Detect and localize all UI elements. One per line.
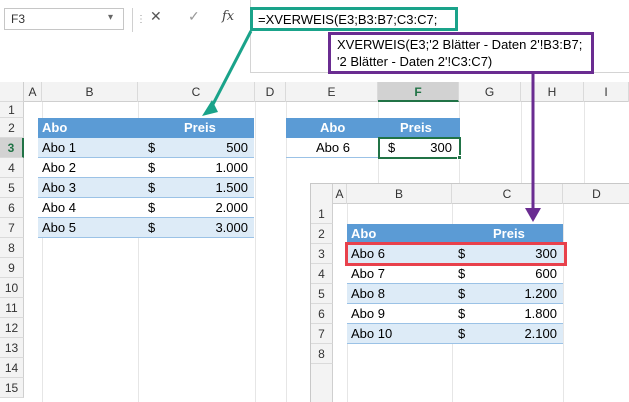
purple-arrowhead-icon <box>525 208 541 222</box>
annotation-arrows <box>202 30 541 222</box>
green-arrow-line <box>208 30 253 111</box>
